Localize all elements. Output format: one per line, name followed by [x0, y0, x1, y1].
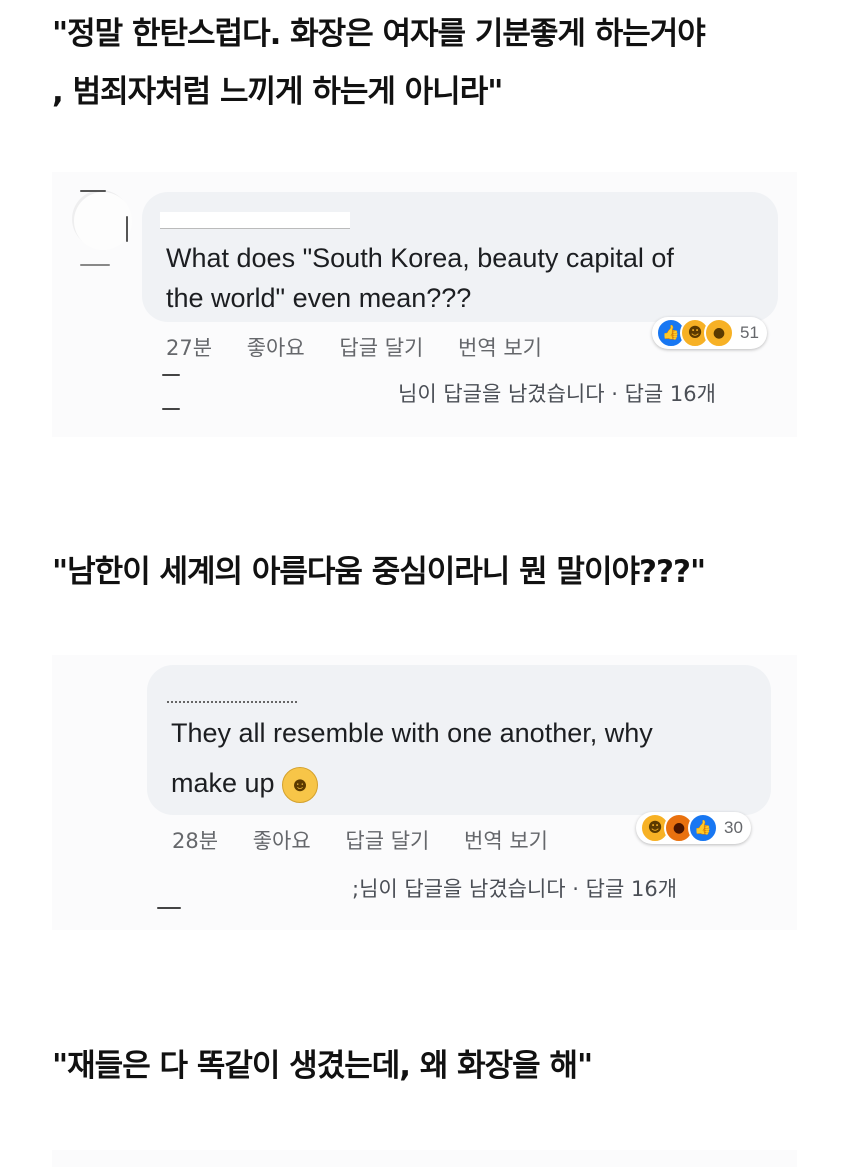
- like-link[interactable]: 좋아요: [253, 829, 311, 853]
- commenter-name-redacted[interactable]: [160, 212, 350, 229]
- avatar[interactable]: [74, 192, 132, 250]
- reaction-count: 51: [740, 323, 759, 342]
- reply-summary-link[interactable]: 님이 답글을 남겼습니다 · 답글 16개: [398, 378, 716, 408]
- comment-actions: 27분 좋아요 답글 달기 번역 보기: [166, 332, 570, 362]
- reply-link[interactable]: 답글 달기: [339, 336, 423, 360]
- comment-time: 27분: [166, 336, 213, 360]
- like-link[interactable]: 좋아요: [247, 336, 305, 360]
- grinning-face-icon: ☻: [282, 766, 319, 803]
- wow-icon: ●: [704, 318, 734, 348]
- comment-screenshot-3-partial: [52, 1150, 797, 1167]
- comment-screenshot-1: What does "South Korea, beauty capital o…: [52, 172, 797, 437]
- avatar-outline: [80, 264, 110, 266]
- avatar-outline: [126, 216, 128, 242]
- reply-avatar-outline: [162, 408, 180, 410]
- comment-text-line-2: make up ☻: [171, 763, 319, 803]
- reactions-summary[interactable]: 👍 ☻ ● 51: [652, 317, 767, 349]
- reply-avatar-outline: [157, 907, 181, 909]
- comment-time: 28분: [172, 829, 219, 853]
- commenter-name-redacted[interactable]: [167, 685, 297, 703]
- reactions-summary[interactable]: ☻ ● 👍 30: [636, 812, 751, 844]
- comment-actions: 28분 좋아요 답글 달기 번역 보기: [172, 825, 576, 855]
- translate-link[interactable]: 번역 보기: [458, 336, 542, 360]
- comment-bubble: They all resemble with one another, why …: [147, 665, 771, 815]
- reaction-count: 30: [724, 818, 743, 837]
- comment-text-line-2-text: make up: [171, 768, 275, 798]
- comment-text-line-1: They all resemble with one another, why: [171, 718, 653, 748]
- caption-2: "남한이 세계의 아름다움 중심이라니 뭔 말이야???": [52, 554, 706, 590]
- caption-3: "재들은 다 똑같이 생겼는데, 왜 화장을 해": [52, 1048, 593, 1084]
- reply-link[interactable]: 답글 달기: [345, 829, 429, 853]
- comment-text-line-2: the world" even mean???: [166, 283, 472, 313]
- avatar-outline: [80, 190, 106, 192]
- reply-summary-link[interactable]: ;님이 답글을 남겼습니다 · 답글 16개: [352, 873, 677, 903]
- like-icon: 👍: [688, 813, 718, 843]
- comment-bubble: What does "South Korea, beauty capital o…: [142, 192, 778, 322]
- translate-link[interactable]: 번역 보기: [464, 829, 548, 853]
- comment-screenshot-2: They all resemble with one another, why …: [52, 655, 797, 930]
- reply-avatar-outline: [162, 374, 180, 376]
- comment-text-line-1: What does "South Korea, beauty capital o…: [166, 243, 674, 273]
- caption-1-line-1: "정말 한탄스럽다. 화장은 여자를 기분좋게 하는거야: [52, 16, 706, 52]
- caption-1-line-2: , 범죄자처럼 느끼게 하는게 아니라": [52, 74, 503, 110]
